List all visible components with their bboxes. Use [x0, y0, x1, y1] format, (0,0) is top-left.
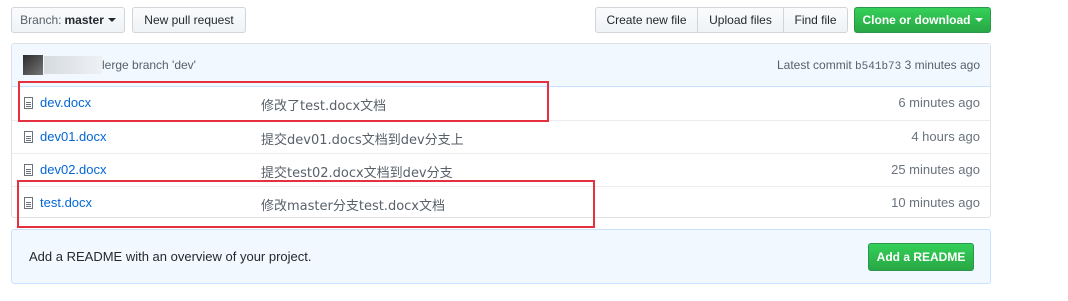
latest-commit-info: Latest commit b541b73 3 minutes ago [777, 58, 980, 73]
commit-sha-link[interactable]: b541b73 [855, 61, 901, 73]
branch-select-button[interactable]: Branch: master [11, 7, 125, 33]
branch-name: master [64, 13, 104, 27]
commit-time: 3 minutes ago [904, 58, 980, 72]
file-icon [24, 164, 33, 176]
upload-files-button[interactable]: Upload files [697, 7, 784, 33]
clone-label: Clone or download [862, 13, 971, 27]
file-commit-time: 4 hours ago [911, 129, 980, 144]
highlight-box-test [17, 180, 595, 228]
clone-or-download-button[interactable]: Clone or download [854, 7, 991, 33]
commit-message[interactable]: lerge branch 'dev' [102, 58, 196, 72]
file-name-link[interactable]: dev01.docx [40, 129, 107, 144]
table-row: dev01.docx 提交dev01.docs文档到dev分支上 4 hours… [12, 120, 990, 153]
readme-prompt: Add a README with an overview of your pr… [11, 229, 991, 284]
new-pull-request-button[interactable]: New pull request [132, 7, 246, 33]
avatar[interactable] [23, 55, 43, 75]
file-icon [24, 131, 33, 143]
file-commit-time: 10 minutes ago [891, 195, 980, 210]
file-commit-time: 25 minutes ago [891, 162, 980, 177]
caret-down-icon [974, 18, 983, 22]
readme-prompt-text: Add a README with an overview of your pr… [29, 249, 312, 264]
highlight-box-dev [18, 81, 549, 122]
find-file-button[interactable]: Find file [783, 7, 848, 33]
file-commit-message[interactable]: 提交dev01.docs文档到dev分支上 [261, 129, 464, 148]
create-new-file-button[interactable]: Create new file [595, 7, 698, 33]
file-name-link[interactable]: dev02.docx [40, 162, 107, 177]
file-commit-time: 6 minutes ago [898, 95, 980, 110]
blurred-author-name [44, 56, 102, 74]
add-readme-button[interactable]: Add a README [868, 243, 974, 271]
caret-down-icon [107, 18, 116, 22]
branch-prefix: Branch: [20, 13, 62, 27]
latest-commit-label: Latest commit [777, 58, 852, 72]
file-commit-message[interactable]: 提交test02.docx文档到dev分支 [261, 162, 453, 181]
